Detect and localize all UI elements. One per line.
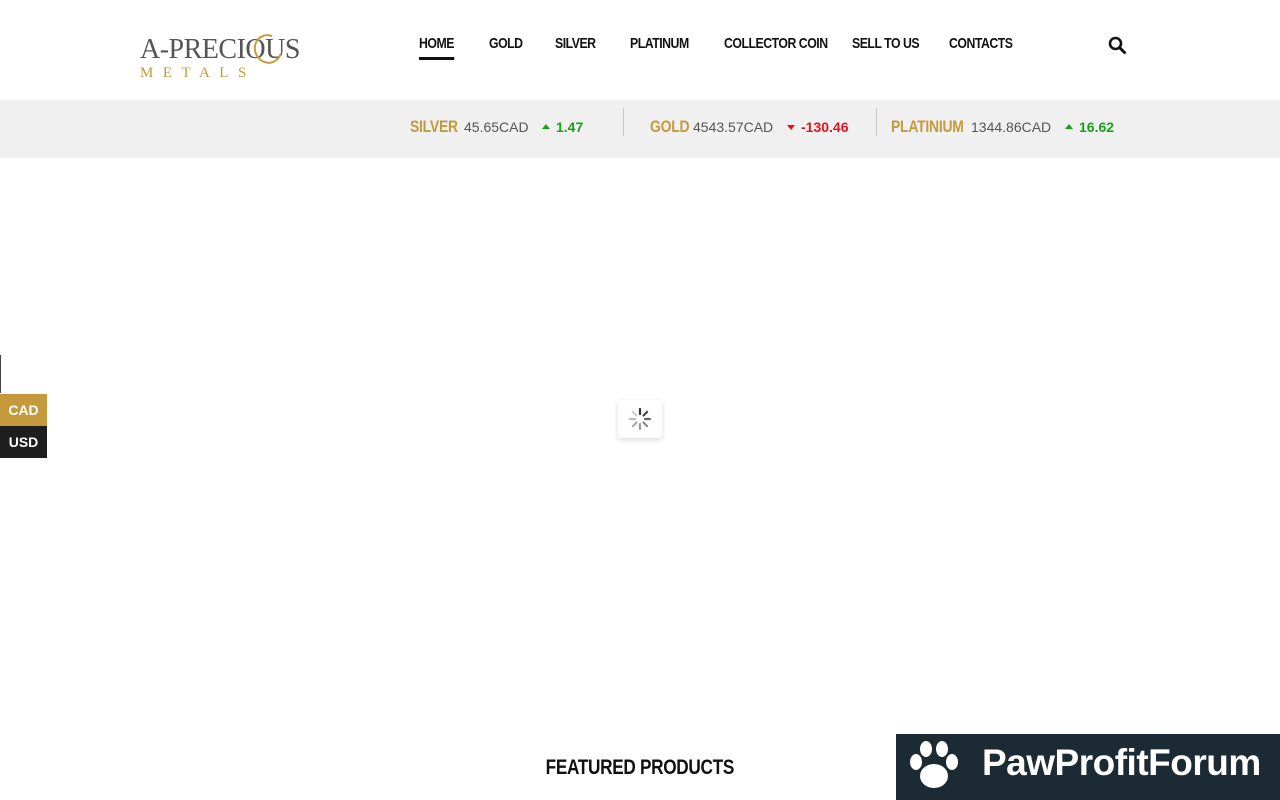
arrow-down-icon	[787, 125, 795, 130]
currency-switcher-handle	[0, 355, 1, 393]
search-icon[interactable]	[1108, 36, 1126, 54]
nav-contacts[interactable]: CONTACTS	[949, 35, 1013, 52]
loading-spinner	[618, 400, 662, 438]
nav-sell-to-us[interactable]: SELL TO US	[852, 35, 920, 52]
ticker-name: GOLD	[650, 117, 690, 136]
site-header: A-PRECIOUS METALS HOME GOLD SILVER PLATI…	[0, 0, 1280, 100]
ticker-divider	[876, 108, 877, 136]
logo-line2: METALS	[140, 65, 256, 81]
ticker-price: 45.65CAD	[464, 119, 529, 135]
arrow-up-icon	[542, 124, 550, 129]
ticker-name: PLATINIUM	[891, 117, 964, 136]
ticker-price: 4543.57CAD	[693, 119, 774, 135]
site-logo[interactable]: A-PRECIOUS METALS	[140, 29, 340, 85]
spinner-icon	[628, 407, 652, 431]
featured-products-title: FEATURED PRODUCTS	[545, 756, 735, 779]
currency-cad-button[interactable]: CAD	[0, 394, 47, 426]
ticker-name: SILVER	[410, 117, 458, 136]
ticker-price: 1344.86CAD	[971, 119, 1052, 135]
watermark-text: PawProfitForum	[982, 742, 1261, 783]
nav-collector-coin[interactable]: COLLECTOR COIN	[724, 35, 828, 52]
arrow-up-icon	[1065, 124, 1073, 129]
nav-platinum[interactable]: PLATINUM	[630, 35, 689, 52]
nav-home[interactable]: HOME	[419, 35, 454, 60]
currency-usd-button[interactable]: USD	[0, 426, 47, 458]
watermark-badge: PawProfitForum	[896, 734, 1280, 800]
ticker-change: -130.46	[801, 119, 849, 135]
nav-gold[interactable]: GOLD	[489, 35, 523, 52]
metal-price-ticker: SILVER 45.65CAD 1.47 GOLD 4543.57CAD -13…	[0, 100, 1280, 158]
paw-icon	[910, 741, 958, 788]
nav-silver[interactable]: SILVER	[555, 35, 596, 52]
ticker-change: 1.47	[556, 119, 584, 135]
ticker-divider	[623, 108, 624, 136]
ticker-change: 16.62	[1079, 119, 1115, 135]
